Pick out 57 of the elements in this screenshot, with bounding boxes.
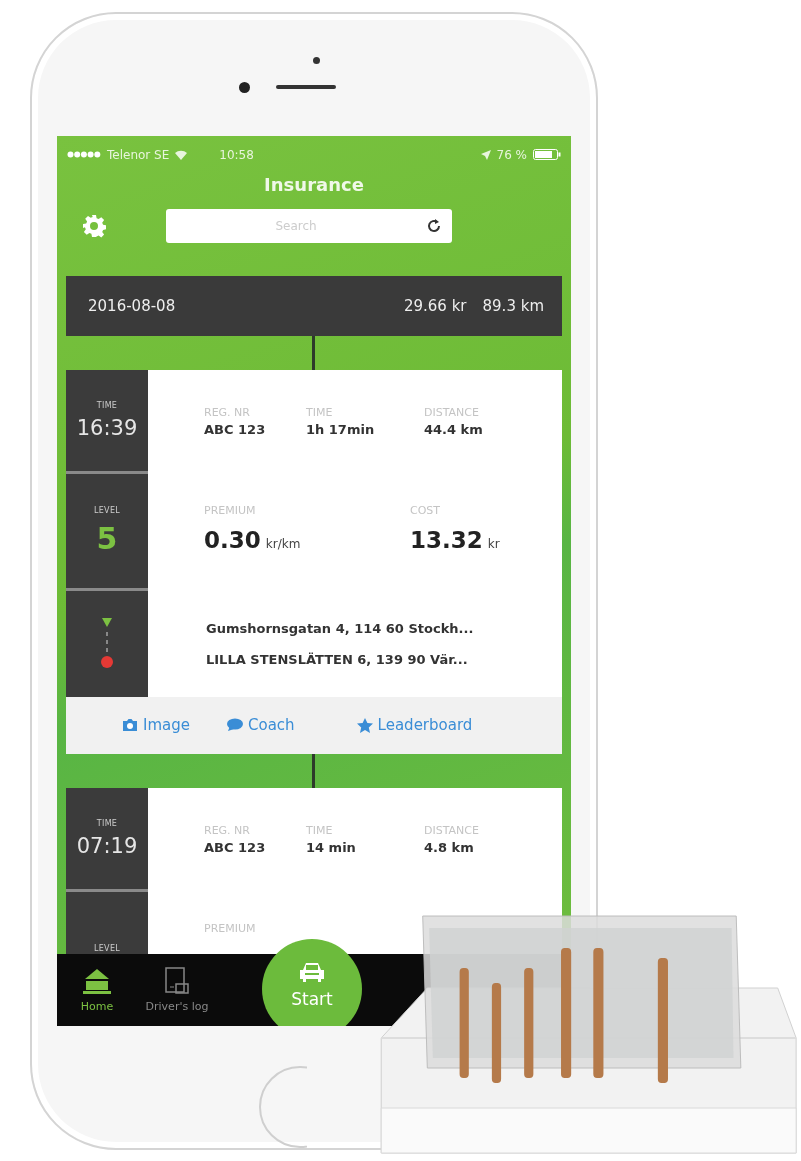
action-link[interactable]: Leaderboard (356, 716, 473, 735)
field-value: 1h 17min (306, 421, 376, 437)
field-label: PREMIUM (204, 921, 257, 935)
tab-button[interactable]: Driver's log (137, 967, 217, 1013)
battery-percentage: 76 % (496, 147, 527, 162)
trip-start-time: 16:39 (76, 415, 138, 440)
day-date: 2016-08-08 (88, 296, 176, 315)
trip-start-time: 07:19 (76, 833, 138, 858)
home-button[interactable] (259, 1066, 307, 1148)
field-label: COST (410, 503, 442, 517)
time-label: TIME (96, 818, 118, 828)
level-value: 5 (96, 520, 118, 556)
field-value: 4.8 km (424, 839, 475, 855)
field-label: DISTANCE (424, 823, 479, 837)
garage-icon (82, 967, 112, 995)
level-label: LEVEL (94, 944, 120, 954)
field-value: ABC 123 (204, 421, 267, 437)
field-value: 44.4 km (424, 421, 483, 437)
refresh-icon (426, 217, 442, 234)
field-value: ABC 123 (204, 839, 267, 855)
star-icon (356, 717, 373, 733)
time-label: TIME (96, 400, 118, 410)
logbook-icon (162, 967, 192, 995)
speech-bubble-icon (226, 718, 243, 733)
field-label: PREMIUM (204, 503, 257, 517)
day-cost: 29.66 kr (403, 296, 467, 315)
camera-icon (122, 718, 138, 733)
signal-dots-icon (67, 151, 101, 159)
action-link[interactable]: Image (122, 716, 190, 735)
field-value: 14 min (306, 839, 357, 855)
field-label: REG. NR (204, 823, 251, 837)
trip-card[interactable]: TIME 07:19 REG. NR ABC 123 TIME 14 min DISTANCE 4.8 km LEVEL PREMIUM (66, 787, 562, 954)
speaker-slot (275, 85, 336, 90)
level-label: LEVEL (94, 505, 120, 515)
trip-card[interactable]: TIME 16:39 REG. NR ABC 123 TIME 1h 17min DISTANCE 44.4 km LEVEL 5 PREMIUM 0.30 kr/km COST 13.32 kr Gumshornsgatan 4, 114 60 Stockh... LILLA STENSLÄTTEN 6, 139 90 Vär... Image Coach Leaderboard (66, 369, 562, 754)
carrier-name: Telenor SE (107, 147, 170, 162)
screen-title: Insurance (263, 173, 365, 197)
settings-icon (82, 213, 106, 238)
sensor-dot (312, 56, 320, 64)
field-label: REG. NR (204, 405, 251, 419)
tab-button[interactable]: Home (57, 967, 137, 1013)
field-label: TIME (306, 405, 334, 419)
car-icon (299, 961, 325, 983)
premium-value: 0.30 kr/km (204, 526, 302, 553)
wifi-icon (175, 149, 188, 160)
status-time: 10:58 (219, 147, 254, 162)
settings-button[interactable] (82, 213, 106, 238)
field-label: DISTANCE (424, 405, 480, 419)
start-address: Gumshornsgatan 4, 114 60 Stockh... (206, 620, 475, 636)
field-label: TIME (306, 823, 334, 837)
location-arrow-icon (480, 149, 491, 160)
end-address: LILLA STENSLÄTTEN 6, 139 90 Vär... (206, 651, 469, 667)
action-link[interactable]: Coach (226, 716, 295, 735)
cost-value: 13.32 kr (410, 526, 501, 553)
camera-dot (238, 81, 250, 93)
day-distance: 89.3 km (482, 296, 544, 315)
battery-icon (533, 149, 561, 161)
